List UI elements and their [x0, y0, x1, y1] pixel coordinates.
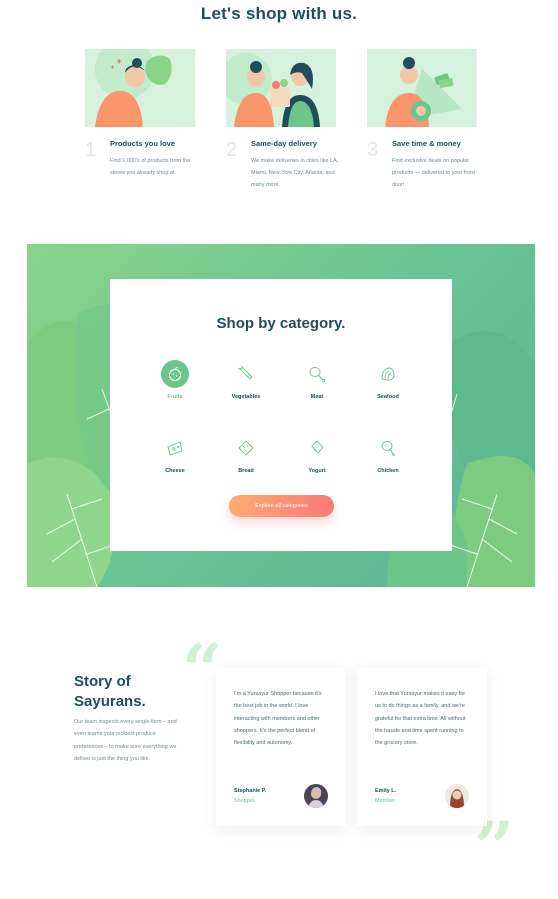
- cheese-icon: [161, 434, 189, 462]
- feature-save: 3 Save time & money Find exclusive deals…: [367, 49, 479, 188]
- delivery-illustration: [226, 49, 336, 127]
- fruit-icon: [161, 360, 189, 388]
- testimonial-role: Shopper: [234, 798, 255, 804]
- testimonial-text: I love that Yursayur makes it easy for u…: [375, 691, 466, 747]
- avatar: [304, 784, 328, 808]
- save-illustration: [367, 49, 477, 127]
- category-label: Yogurt: [308, 468, 326, 474]
- category-label: Vegetables: [231, 394, 261, 400]
- category-item-seafood[interactable]: Seafood: [358, 360, 418, 400]
- category-label: Meat: [310, 394, 324, 400]
- bread-icon: [232, 434, 260, 462]
- chicken-icon: [374, 434, 402, 462]
- feature-number: 3: [367, 139, 379, 161]
- explore-categories-button[interactable]: Explore all categories: [229, 495, 334, 517]
- feature-description: Find 1,000's of products from the stores…: [110, 158, 191, 176]
- feature-title: Save time & money: [392, 139, 461, 148]
- category-label: Cheese: [165, 468, 185, 474]
- testimonial-name: Emily L.: [375, 788, 397, 794]
- category-item-chicken[interactable]: Chicken: [358, 434, 418, 474]
- testimonial-role: Member: [375, 798, 396, 804]
- vegetable-icon: [232, 360, 260, 388]
- category-item-bread[interactable]: Bread: [216, 434, 276, 474]
- category-item-meat[interactable]: Meat: [287, 360, 347, 400]
- testimonial-text: I'm a Yursayur Shopper because it's the …: [234, 691, 322, 747]
- feature-title: Products you love: [110, 139, 176, 148]
- products-illustration: [85, 49, 195, 127]
- testimonial-name: Stephanie P.: [234, 788, 267, 794]
- testimonial-card: I'm a Yursayur Shopper because it's the …: [216, 668, 346, 826]
- story-title: Story of Sayurans.: [74, 673, 146, 710]
- page-title: Let's shop with us.: [200, 4, 358, 23]
- category-label: Bread: [238, 468, 254, 474]
- category-item-fruits[interactable]: Fruits: [145, 360, 205, 400]
- close-quote-icon: ”: [474, 806, 515, 889]
- category-card: Shop by category. Fruits Vegetables Meat…: [110, 279, 452, 551]
- avatar: [445, 784, 469, 808]
- category-item-vegetables[interactable]: Vegetables: [216, 360, 276, 400]
- feature-title: Same-day delivery: [251, 139, 317, 148]
- feature-delivery: 2 Same-day delivery We make deliveries i…: [226, 49, 338, 188]
- category-title: Shop by category.: [216, 315, 346, 332]
- story-description: Our team inspects every single item – an…: [74, 719, 177, 762]
- feature-products: 1 Products you love Find 1,000's of prod…: [85, 49, 197, 176]
- feature-description: We make deliveries in cities like LA, Mi…: [251, 158, 339, 188]
- category-item-yogurt[interactable]: Yogurt: [287, 434, 347, 474]
- testimonial-card: I love that Yursayur makes it easy for u…: [357, 668, 487, 826]
- yogurt-icon: [303, 434, 331, 462]
- category-label: Fruits: [167, 394, 183, 400]
- category-label: Seafood: [377, 394, 399, 400]
- feature-number: 2: [226, 139, 238, 161]
- category-item-cheese[interactable]: Cheese: [145, 434, 205, 474]
- feature-description: Find exclusive deals on popular products…: [392, 158, 475, 188]
- seafood-icon: [374, 360, 402, 388]
- meat-icon: [303, 360, 331, 388]
- feature-number: 1: [85, 139, 97, 161]
- category-label: Chicken: [377, 468, 399, 474]
